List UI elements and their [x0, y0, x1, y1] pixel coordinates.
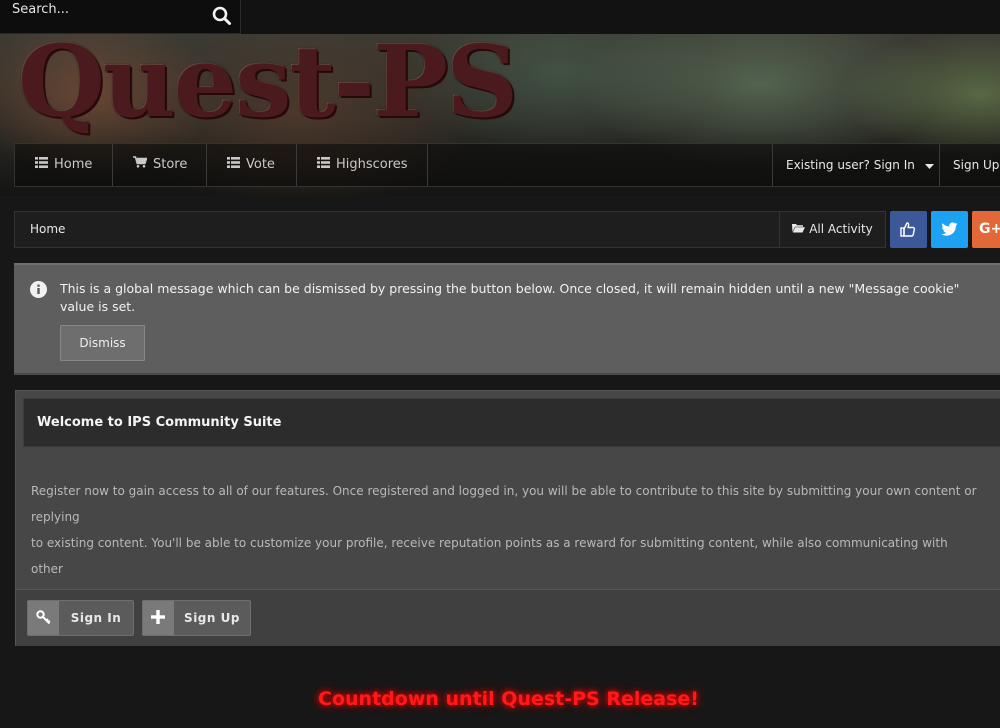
- folder-icon: [792, 212, 806, 247]
- welcome-sign-in-button[interactable]: Sign In: [27, 600, 134, 636]
- sign-up-link[interactable]: Sign Up: [939, 144, 1000, 186]
- breadcrumb-home[interactable]: Home: [30, 212, 65, 247]
- sign-in-dropdown[interactable]: Existing user? Sign In: [772, 144, 939, 186]
- nav-item-label: Vote: [246, 157, 275, 172]
- site-logo[interactable]: Quest-PS: [18, 28, 518, 138]
- global-message-text: This is a global message which can be di…: [60, 281, 960, 314]
- search-input[interactable]: [12, 0, 202, 18]
- list-icon: [35, 144, 48, 186]
- sign-up-label: Sign Up: [184, 611, 240, 625]
- caret-down-icon: [924, 145, 934, 187]
- sign-in-label: Sign In: [70, 611, 122, 625]
- twitter-share-button[interactable]: [931, 211, 968, 248]
- cart-icon: [133, 144, 148, 186]
- welcome-title-bar: Welcome to IPS Community Suite: [23, 398, 1000, 447]
- nav-item-vote[interactable]: Vote: [207, 144, 297, 186]
- welcome-title: Welcome to IPS Community Suite: [37, 415, 282, 430]
- welcome-line: to existing content. You'll be able to c…: [31, 536, 948, 576]
- info-icon: [30, 281, 47, 302]
- nav-item-label: Store: [153, 157, 188, 172]
- list-icon: [317, 144, 330, 186]
- welcome-line: Register now to gain access to all of ou…: [31, 484, 977, 524]
- search-icon[interactable]: [212, 6, 232, 26]
- main-nav: Home Store Vote Highscores Existing user…: [14, 143, 1000, 187]
- list-icon: [227, 144, 240, 186]
- welcome-panel: Welcome to IPS Community Suite Register …: [15, 390, 1000, 646]
- google-plus-icon: G+: [979, 221, 1000, 237]
- nav-item-label: Home: [54, 157, 93, 172]
- nav-item-label: Highscores: [336, 157, 408, 172]
- breadcrumb: Home All Activity: [14, 211, 886, 248]
- key-icon: [28, 601, 59, 635]
- nav-item-highscores[interactable]: Highscores: [297, 144, 428, 186]
- welcome-actions: Sign In Sign Up: [16, 589, 1000, 646]
- all-activity-link[interactable]: All Activity: [779, 212, 885, 247]
- global-message: This is a global message which can be di…: [14, 263, 1000, 375]
- plus-icon: [143, 601, 174, 635]
- nav-item-home[interactable]: Home: [15, 144, 113, 186]
- like-button[interactable]: [890, 211, 927, 248]
- welcome-sign-up-button[interactable]: Sign Up: [142, 600, 251, 636]
- dismiss-button[interactable]: Dismiss: [60, 325, 145, 361]
- page: Quest-PS Home Store Vote Highscores Exis…: [0, 0, 1000, 728]
- countdown-heading: Countdown until Quest-PS Release!: [318, 688, 699, 710]
- sign-in-label: Existing user? Sign In: [786, 158, 915, 172]
- all-activity-label: All Activity: [809, 222, 873, 236]
- google-plus-share-button[interactable]: G+: [972, 211, 1000, 248]
- nav-item-store[interactable]: Store: [113, 144, 207, 186]
